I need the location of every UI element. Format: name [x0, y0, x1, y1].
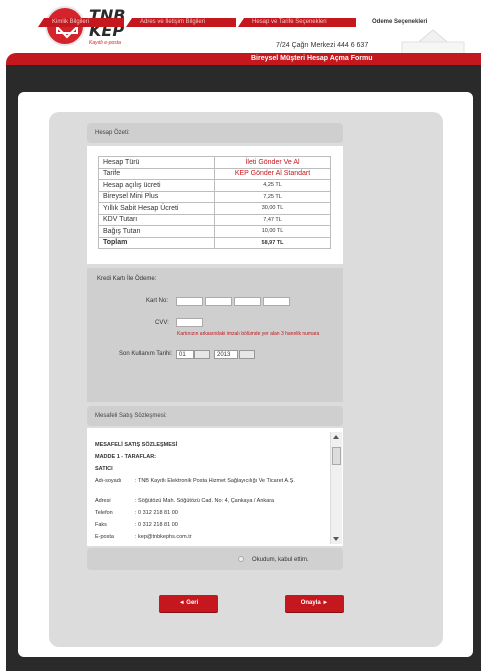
callcenter-text: 7/24 Çağrı Merkezi 444 6 637 [276, 42, 369, 49]
logo-tagline: Kayıtlı e-posta [89, 40, 121, 46]
tab-label: Hesap ve Tarife Seçenekleri [252, 19, 327, 25]
contract-value: : TNB Kayıtlı Elektronik Posta Hizmet Sa… [135, 478, 295, 484]
card-number-input-2[interactable] [205, 297, 232, 306]
table-row: KDV Tutarı 7,47 TL [97, 213, 331, 226]
tab-kimlik[interactable]: Kimlik Bilgileri [38, 18, 124, 27]
row-label: Bireysel Mini Plus [97, 190, 216, 203]
contract-value: : 0 312 218 81 00 [135, 510, 178, 516]
accept-label: Okudum, kabul ettim. [252, 557, 309, 563]
expiry-label: Son Kullanım Tarihi: [119, 351, 173, 357]
cvv-label: CVV: [155, 320, 169, 326]
tabs-bar [6, 65, 481, 91]
tab-label: Kimlik Bilgileri [52, 19, 90, 25]
contract-value: : kep@tnbkephs.com.tr [135, 534, 192, 540]
payment-heading: Kredi Kartı İle Ödeme: [97, 276, 157, 282]
tab-label: Ödeme Seçenekleri [372, 19, 428, 25]
contract-party: SATICI [95, 466, 113, 472]
card-number-input-4[interactable] [263, 297, 290, 306]
tab-label: Adres ve İletişim Bilgileri [140, 19, 206, 25]
scroll-down-icon[interactable] [333, 537, 339, 541]
accept-radio[interactable] [238, 556, 244, 562]
table-row: Bağış Tutarı 10,00 TL [97, 225, 331, 238]
scroll-up-icon[interactable] [333, 435, 339, 439]
contract-scrollbar[interactable] [330, 432, 342, 544]
row-value: KEP Gönder Al Standart [214, 167, 331, 180]
row-label: Tarife [97, 167, 216, 180]
row-value: 4,25 TL [214, 179, 331, 192]
tab-adres[interactable]: Adres ve İletişim Bilgileri [126, 18, 236, 27]
table-row-total: Toplam 58,97 TL [97, 236, 331, 249]
card-number-label: Kart No: [146, 298, 169, 304]
expiry-year-select[interactable]: 2013 [214, 350, 238, 359]
confirm-button[interactable]: Onayla ► [285, 595, 344, 612]
row-label: KDV Tutarı [97, 213, 216, 226]
row-label: Yıllık Sabit Hesap Ücreti [97, 202, 216, 215]
contract-title: MESAFELİ SATIŞ SÖZLEŞMESİ [95, 442, 178, 448]
contract-key: Adı-soyadı [95, 478, 122, 484]
contract-value: : Söğütözü Mah. Söğütözü Cad. No: 4, Çan… [135, 498, 275, 504]
table-row: Tarife KEP Gönder Al Standart [97, 167, 331, 180]
row-value: 30,00 TL [214, 202, 331, 215]
row-label: Bağış Tutarı [97, 225, 216, 238]
row-value: 10,00 TL [214, 225, 331, 238]
row-label: Hesap Türü [97, 156, 216, 169]
cvv-input[interactable] [176, 318, 203, 327]
contract-text-area[interactable]: MESAFELİ SATIŞ SÖZLEŞMESİ MADDE 1 - TARA… [87, 428, 343, 546]
contract-key: Telefon [95, 510, 113, 516]
tab-odeme[interactable]: Ödeme Seçenekleri [358, 18, 460, 27]
contract-key: Adresi [95, 498, 111, 504]
contract-article: MADDE 1 - TARAFLAR: [95, 454, 157, 460]
expiry-year-dropdown-button[interactable] [239, 350, 255, 359]
card-number-input-1[interactable] [176, 297, 203, 306]
account-summary-table: Hesap Türü İleti Gönder Ve Al Tarife KEP G… [97, 156, 331, 249]
row-value: 7,47 TL [214, 213, 331, 226]
card-number-input-3[interactable] [234, 297, 261, 306]
row-label: Hesap açılış ücreti [97, 179, 216, 192]
row-value: İleti Gönder Ve Al [214, 156, 331, 169]
contract-value: : 0 312 218 81 00 [135, 522, 178, 528]
scroll-thumb[interactable] [332, 447, 341, 465]
cvv-note: Kartınızın arkasındaki imzalı bölümde ye… [177, 331, 320, 337]
account-summary-heading: Hesap Özeti: [87, 123, 343, 143]
contract-key: E-posta [95, 534, 114, 540]
tab-hesap[interactable]: Hesap ve Tarife Seçenekleri [238, 18, 356, 27]
back-button[interactable]: ◄ Geri [159, 595, 218, 612]
expiry-month-select[interactable]: 01 [176, 350, 194, 359]
contract-key: Faks [95, 522, 107, 528]
table-row: Hesap açılış ücreti 4,25 TL [97, 179, 331, 192]
row-label: Toplam [97, 236, 216, 249]
table-row: Yıllık Sabit Hesap Ücreti 30,00 TL [97, 202, 331, 215]
row-value: 7,25 TL [214, 190, 331, 203]
row-value: 58,97 TL [214, 236, 331, 249]
table-row: Hesap Türü İleti Gönder Ve Al [97, 156, 331, 169]
form-title-bar: Bireysel Müşteri Hesap Açma Formu [6, 53, 481, 65]
expiry-month-dropdown-button[interactable] [194, 350, 210, 359]
form-title: Bireysel Müşteri Hesap Açma Formu [251, 55, 373, 62]
contract-heading: Mesafeli Satış Sözleşmesi: [87, 406, 343, 426]
table-row: Bireysel Mini Plus 7,25 TL [97, 190, 331, 203]
